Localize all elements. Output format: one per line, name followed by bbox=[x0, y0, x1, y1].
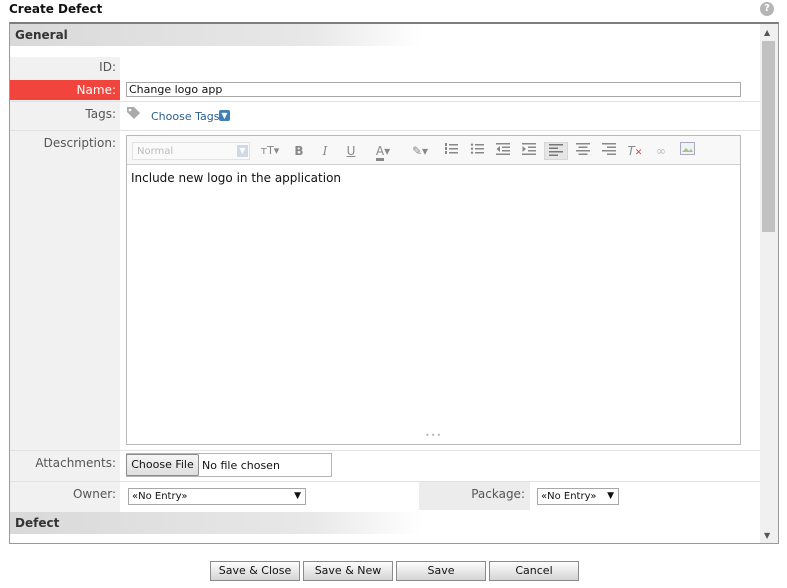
tag-icon bbox=[127, 107, 140, 119]
editor-toolbar: Normal ▼ ᴛT▾ B I U A▾ ✎▾ T✕ ∞ bbox=[127, 136, 740, 165]
section-general-header[interactable]: General bbox=[10, 24, 760, 46]
chevron-down-icon: ▼ bbox=[294, 491, 301, 501]
chevron-down-icon: ▼ bbox=[237, 145, 248, 157]
help-icon[interactable]: ? bbox=[760, 2, 774, 16]
indent-icon[interactable] bbox=[519, 142, 539, 160]
italic-icon[interactable]: I bbox=[317, 142, 333, 160]
outdent-icon[interactable] bbox=[493, 142, 513, 160]
format-value: Normal bbox=[137, 146, 174, 157]
scroll-down-icon[interactable]: ▼ bbox=[764, 531, 770, 540]
package-value: «No Entry» bbox=[541, 491, 597, 502]
highlight-icon[interactable]: ✎▾ bbox=[405, 142, 435, 160]
divider bbox=[10, 101, 760, 102]
vertical-scrollbar[interactable]: ▲ ▼ bbox=[760, 24, 778, 543]
image-icon[interactable] bbox=[677, 142, 697, 160]
name-label: Name: bbox=[76, 83, 116, 97]
format-dropdown[interactable]: Normal ▼ bbox=[132, 142, 250, 160]
chevron-down-icon: ▼ bbox=[607, 491, 614, 501]
tags-label: Tags: bbox=[85, 107, 116, 121]
numbered-list-icon[interactable] bbox=[441, 142, 461, 160]
owner-label: Owner: bbox=[72, 487, 116, 501]
save-new-button[interactable]: Save & New bbox=[303, 561, 393, 581]
bold-icon[interactable]: B bbox=[291, 142, 307, 160]
editor-content[interactable]: Include new logo in the application bbox=[131, 171, 341, 185]
underline-icon[interactable]: U bbox=[343, 142, 359, 160]
description-label: Description: bbox=[43, 136, 116, 150]
scroll-up-icon[interactable]: ▲ bbox=[764, 28, 770, 37]
divider bbox=[10, 450, 760, 451]
owner-select[interactable]: «No Entry» ▼ bbox=[128, 488, 306, 505]
label-column bbox=[10, 57, 120, 513]
link-icon[interactable]: ∞ bbox=[651, 142, 671, 160]
choose-file-button[interactable]: Choose File bbox=[126, 454, 199, 476]
form-panel: General ID: Name: Tags: Choose Tags ▼ De… bbox=[9, 22, 779, 544]
id-label: ID: bbox=[99, 60, 116, 74]
scroll-thumb[interactable] bbox=[762, 41, 775, 232]
description-editor[interactable]: Normal ▼ ᴛT▾ B I U A▾ ✎▾ T✕ ∞ Include ne… bbox=[126, 135, 741, 445]
resize-grip-icon[interactable]: ••• bbox=[425, 431, 442, 440]
file-status: No file chosen bbox=[202, 459, 280, 472]
font-size-icon[interactable]: ᴛT▾ bbox=[257, 142, 283, 160]
package-select[interactable]: «No Entry» ▼ bbox=[537, 488, 619, 505]
align-center-icon[interactable] bbox=[573, 142, 593, 160]
save-close-button[interactable]: Save & Close bbox=[210, 561, 300, 581]
divider bbox=[10, 130, 760, 131]
choose-tags-link[interactable]: Choose Tags bbox=[151, 110, 219, 123]
section-defect-header[interactable]: Defect bbox=[10, 512, 760, 534]
cancel-button[interactable]: Cancel bbox=[489, 561, 579, 581]
name-input[interactable] bbox=[126, 82, 741, 97]
clear-format-icon[interactable]: T✕ bbox=[625, 142, 645, 160]
text-color-icon[interactable]: A▾ bbox=[369, 142, 397, 161]
owner-value: «No Entry» bbox=[132, 491, 188, 502]
align-right-icon[interactable] bbox=[599, 142, 619, 160]
save-button[interactable]: Save bbox=[396, 561, 486, 581]
divider bbox=[10, 481, 760, 482]
chevron-down-icon[interactable]: ▼ bbox=[219, 110, 230, 121]
package-label: Package: bbox=[471, 487, 525, 501]
align-left-icon[interactable] bbox=[544, 142, 568, 160]
attachments-label: Attachments: bbox=[35, 456, 116, 470]
bulleted-list-icon[interactable] bbox=[467, 142, 487, 160]
dialog-title: Create Defect bbox=[9, 2, 103, 16]
